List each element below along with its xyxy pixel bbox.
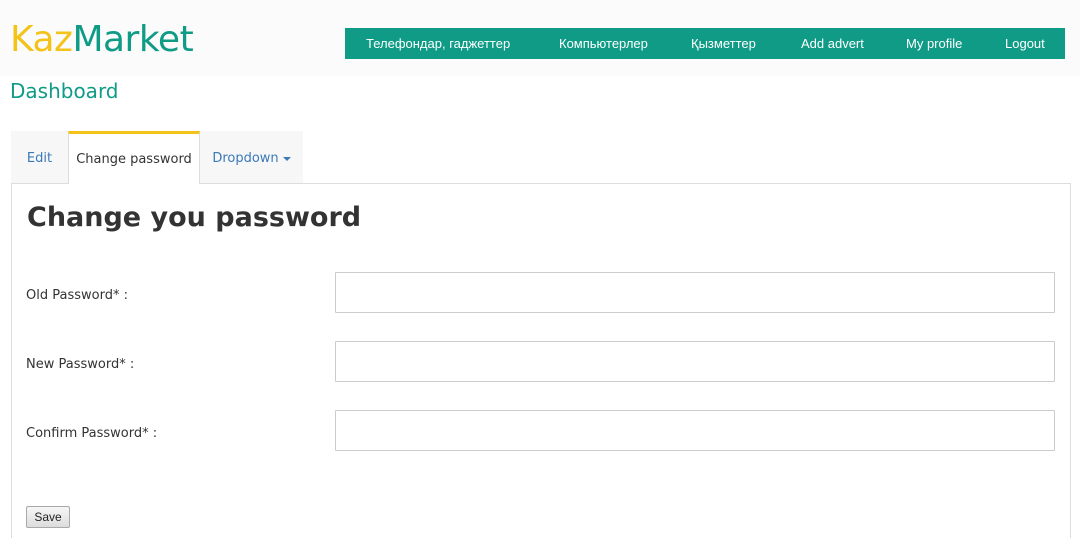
caret-down-icon (282, 156, 291, 161)
nav-item-my-profile[interactable]: My profile (906, 36, 962, 51)
tab-change-password-label: Change password (76, 152, 192, 167)
form-heading: Change you password (27, 202, 362, 233)
change-password-panel: Change you password Old Password* : New … (11, 183, 1071, 538)
site-logo[interactable]: KazMarket (10, 18, 194, 62)
page-title: Dashboard (10, 79, 119, 103)
new-password-label: New Password* : (26, 357, 135, 372)
nav-item-add-advert[interactable]: Add advert (801, 36, 864, 51)
tab-edit-label: Edit (26, 151, 53, 166)
new-password-field[interactable] (335, 341, 1055, 382)
nav-item-phones[interactable]: Телефондар, гаджеттер (366, 36, 510, 51)
tab-change-password[interactable]: Change password (68, 131, 200, 184)
save-button[interactable]: Save (26, 506, 70, 528)
tab-dropdown[interactable]: Dropdown (200, 131, 303, 183)
old-password-field[interactable] (335, 272, 1055, 313)
confirm-password-label: Confirm Password* : (26, 426, 158, 441)
nav-item-computers[interactable]: Компьютерлер (559, 36, 648, 51)
nav-item-services[interactable]: Қызметтер (691, 36, 756, 51)
old-password-label: Old Password* : (26, 288, 128, 303)
logo-part-kaz: Kaz (10, 19, 73, 60)
tab-dropdown-label: Dropdown (212, 151, 279, 166)
tab-edit[interactable]: Edit (11, 131, 68, 183)
confirm-password-field[interactable] (335, 410, 1055, 451)
nav-item-logout[interactable]: Logout (1005, 36, 1045, 51)
top-navigation: Телефондар, гаджеттер Компьютерлер Қызме… (345, 28, 1065, 59)
logo-part-market: Market (72, 19, 194, 60)
